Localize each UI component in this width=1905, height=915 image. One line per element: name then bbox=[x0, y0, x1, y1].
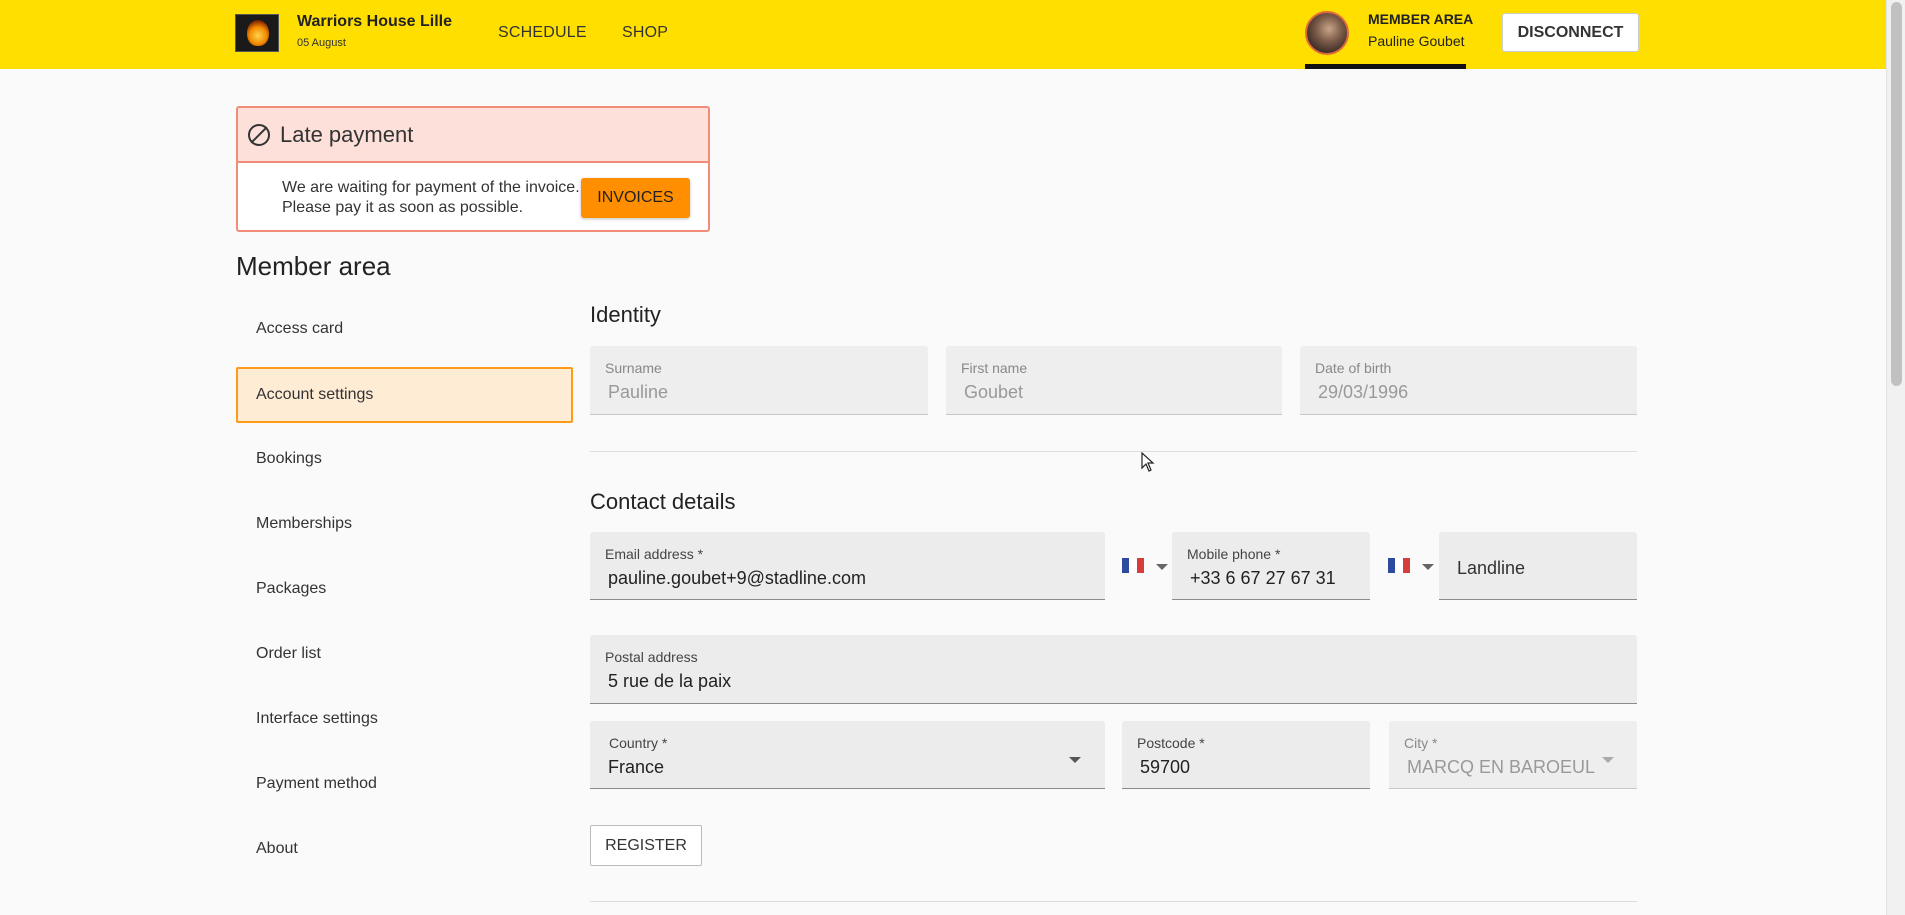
postcode-field[interactable]: Postcode * 59700 bbox=[1122, 721, 1370, 789]
section-divider-bottom bbox=[590, 901, 1637, 902]
register-button[interactable]: REGISTER bbox=[590, 825, 702, 866]
contact-details-title: Contact details bbox=[590, 489, 736, 514]
email-value: pauline.goubet+9@stadline.com bbox=[608, 568, 866, 588]
city-value: MARCQ EN BAROEUL bbox=[1407, 757, 1596, 777]
mouse-cursor-icon bbox=[1141, 452, 1155, 472]
site-date: 05 August bbox=[297, 37, 346, 49]
mobile-phone-value: +33 6 67 27 67 31 bbox=[1190, 568, 1336, 588]
email-field[interactable]: Email address * pauline.goubet+9@stadlin… bbox=[590, 532, 1105, 600]
postal-address-label: Postal address bbox=[605, 649, 698, 665]
sidebar-item-order-list[interactable]: Order list bbox=[236, 626, 573, 682]
member-area-tab[interactable]: MEMBER AREA Pauline Goubet bbox=[1305, 0, 1473, 69]
date-of-birth-field: Date of birth 29/03/1996 bbox=[1300, 346, 1637, 415]
avatar bbox=[1305, 11, 1349, 55]
nav-shop[interactable]: SHOP bbox=[622, 24, 668, 42]
sidebar-item-interface-settings[interactable]: Interface settings bbox=[236, 691, 573, 747]
first-name-field: First name Goubet bbox=[946, 346, 1282, 415]
mobile-phone-label: Mobile phone * bbox=[1187, 546, 1281, 562]
first-name-label: First name bbox=[961, 360, 1028, 376]
country-value: France bbox=[608, 757, 665, 777]
sidebar-item-account-settings[interactable]: Account settings bbox=[236, 367, 573, 423]
disconnect-button[interactable]: DISCONNECT bbox=[1502, 13, 1639, 52]
nav-schedule[interactable]: SCHEDULE bbox=[498, 24, 587, 42]
late-payment-alert: Late payment We are waiting for payment … bbox=[236, 106, 710, 232]
surname-value: Pauline bbox=[608, 382, 669, 402]
country-select[interactable]: Country * France bbox=[590, 721, 1105, 789]
chevron-down-icon bbox=[1156, 564, 1168, 570]
chevron-down-icon bbox=[1069, 757, 1081, 763]
mobile-phone-field[interactable]: Mobile phone * +33 6 67 27 67 31 bbox=[1172, 532, 1370, 600]
city-label: City * bbox=[1404, 735, 1438, 751]
first-name-value: Goubet bbox=[964, 382, 1024, 402]
invoices-button[interactable]: INVOICES bbox=[581, 178, 690, 218]
section-divider bbox=[590, 451, 1637, 452]
surname-field: Surname Pauline bbox=[590, 346, 928, 415]
country-label: Country * bbox=[609, 735, 668, 751]
mobile-country-code-select[interactable] bbox=[1122, 553, 1170, 583]
scrollbar-thumb[interactable] bbox=[1891, 2, 1902, 386]
flag-fr-icon bbox=[1122, 558, 1144, 573]
landline-country-code-select[interactable] bbox=[1388, 553, 1436, 583]
alert-message: We are waiting for payment of the invoic… bbox=[282, 178, 602, 218]
site-name: Warriors House Lille bbox=[297, 13, 452, 30]
postal-address-field[interactable]: Postal address 5 rue de la paix bbox=[590, 635, 1637, 704]
city-select: City * MARCQ EN BAROEUL bbox=[1389, 721, 1637, 789]
site-logo[interactable] bbox=[235, 14, 279, 52]
alert-message-line1: We are waiting for payment of the invoic… bbox=[282, 179, 580, 196]
date-of-birth-label: Date of birth bbox=[1315, 360, 1392, 376]
sidebar-item-access-card[interactable]: Access card bbox=[236, 301, 573, 357]
sidebar-item-about[interactable]: About bbox=[236, 821, 573, 877]
member-area-label: MEMBER AREA bbox=[1368, 11, 1474, 27]
postcode-label: Postcode * bbox=[1137, 735, 1205, 751]
logo-flame bbox=[247, 20, 269, 46]
alert-title: Late payment bbox=[280, 121, 414, 147]
alert-message-line2: Please pay it as soon as possible. bbox=[282, 199, 524, 216]
alert-header: Late payment bbox=[238, 108, 708, 163]
member-name: Pauline Goubet bbox=[1368, 33, 1465, 49]
landline-field[interactable]: Landline bbox=[1439, 532, 1637, 600]
sidebar-item-memberships[interactable]: Memberships bbox=[236, 496, 573, 552]
date-of-birth-value: 29/03/1996 bbox=[1318, 382, 1409, 402]
landline-placeholder: Landline bbox=[1457, 558, 1526, 578]
top-bar: Warriors House Lille 05 August SCHEDULE … bbox=[0, 0, 1886, 69]
postcode-value: 59700 bbox=[1140, 757, 1191, 777]
surname-label: Surname bbox=[605, 360, 662, 376]
postal-address-value: 5 rue de la paix bbox=[608, 671, 732, 691]
page-scrollbar[interactable] bbox=[1886, 0, 1905, 915]
email-label: Email address * bbox=[605, 546, 704, 562]
ban-icon bbox=[248, 123, 270, 146]
chevron-down-icon bbox=[1602, 757, 1614, 763]
flag-fr-icon bbox=[1388, 558, 1410, 573]
sidebar-item-bookings[interactable]: Bookings bbox=[236, 431, 573, 487]
sidebar-item-packages[interactable]: Packages bbox=[236, 561, 573, 617]
identity-title: Identity bbox=[590, 302, 661, 327]
sidebar-item-payment-method[interactable]: Payment method bbox=[236, 756, 573, 812]
page-title: Member area bbox=[236, 251, 391, 281]
chevron-down-icon bbox=[1422, 564, 1434, 570]
